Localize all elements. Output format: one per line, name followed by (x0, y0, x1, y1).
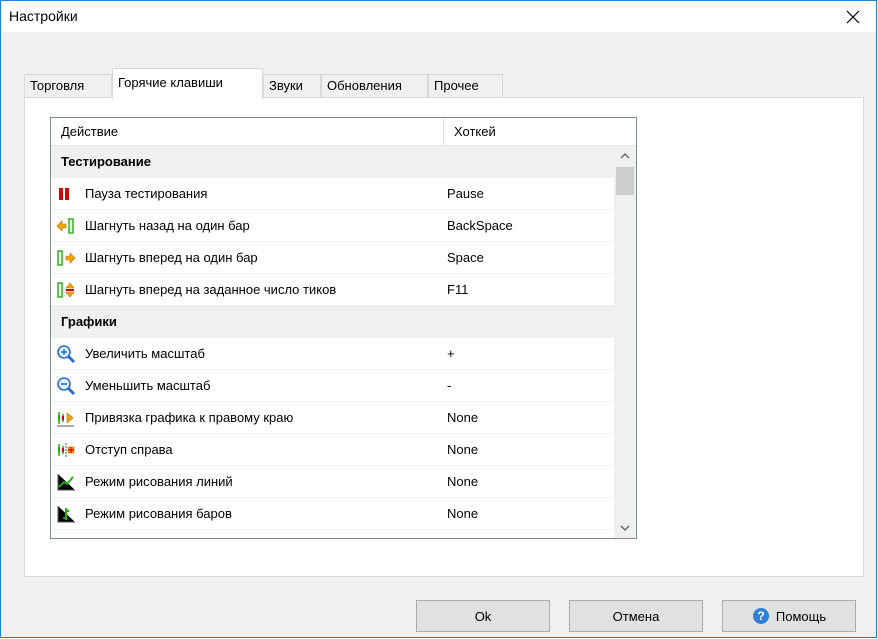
hotkey-value: None (447, 530, 478, 538)
tab-other[interactable]: Прочее (428, 74, 503, 97)
ok-button[interactable]: Ok (416, 600, 550, 632)
column-header-action[interactable]: Действие (51, 118, 444, 145)
list-item[interactable]: Режим рисования баров None (51, 498, 614, 530)
list-header: Действие Хоткей (51, 118, 636, 146)
scroll-up-button[interactable] (614, 146, 636, 166)
scroll-down-button[interactable] (614, 518, 636, 538)
hotkey-value: None (447, 506, 479, 521)
chevron-up-icon (620, 153, 630, 159)
list-item[interactable]: Привязка графика к правому краю None (51, 402, 614, 434)
group-row-charts: Графики (51, 306, 614, 338)
list-rows: Тестирование Пауза тестирования Pause Ша… (51, 146, 614, 539)
step-forward-icon (57, 250, 76, 266)
action-label: Шагнуть вперед на один бар (85, 250, 258, 265)
hotkey-value: None (447, 442, 479, 457)
list-item[interactable]: Пауза тестирования Pause (51, 178, 614, 210)
vertical-scrollbar[interactable] (614, 146, 636, 538)
list-item[interactable]: Режим рисования линий None (51, 466, 614, 498)
list-item[interactable]: Увеличить масштаб + (51, 338, 614, 370)
step-ticks-icon (57, 282, 75, 298)
help-button-label: Помощь (775, 608, 827, 624)
ok-button-label: Ok (474, 608, 492, 624)
action-label: Режим рисования свечей (85, 530, 237, 538)
line-chart-icon (57, 474, 75, 491)
list-item[interactable]: Отступ справа None (51, 434, 614, 466)
hotkey-value: - (447, 378, 452, 393)
hotkey-value: + (447, 346, 455, 361)
list-item[interactable]: Шагнуть вперед на заданное число тиков F… (51, 274, 614, 306)
hotkey-value: BackSpace (447, 218, 513, 233)
hotkey-value: None (447, 410, 479, 425)
action-label: Шагнуть вперед на заданное число тиков (85, 282, 337, 297)
cancel-button[interactable]: Отмена (569, 600, 703, 632)
action-label: Уменьшить масштаб (85, 378, 211, 393)
scroll-thumb[interactable] (616, 167, 634, 195)
chart-shift-icon (58, 443, 75, 457)
group-label: Графики (61, 314, 117, 329)
action-label: Привязка графика к правому краю (85, 410, 294, 425)
zoom-out-icon (57, 377, 76, 396)
hotkey-value: None (447, 474, 479, 489)
chart-autoscroll-icon (57, 412, 74, 427)
list-item[interactable]: Режим рисования свечей None (51, 530, 614, 539)
tab-hotkeys[interactable]: Горячие клавиши (112, 68, 263, 99)
tab-sounds[interactable]: Звуки (263, 74, 321, 97)
list-item[interactable]: Шагнуть вперед на один бар Space (51, 242, 614, 274)
hotkey-value: Pause (447, 186, 484, 201)
close-button[interactable] (830, 1, 876, 32)
chevron-down-icon (620, 525, 630, 531)
help-button[interactable]: ? Помощь (722, 600, 856, 632)
cancel-button-label: Отмена (612, 608, 660, 624)
action-label: Пауза тестирования (85, 186, 208, 201)
tab-trading[interactable]: Торговля (24, 74, 112, 97)
column-header-hotkey[interactable]: Хоткей (444, 118, 636, 145)
action-label: Режим рисования баров (85, 506, 232, 521)
group-label: Тестирование (61, 154, 151, 169)
bar-chart-icon (57, 506, 75, 523)
help-icon: ? (752, 608, 769, 624)
group-row-testing: Тестирование (51, 146, 614, 178)
zoom-in-icon (57, 345, 76, 364)
candle-chart-icon (56, 536, 76, 539)
list-item[interactable]: Уменьшить масштаб - (51, 370, 614, 402)
hotkey-value: F11 (447, 282, 469, 297)
action-label: Шагнуть назад на один бар (85, 218, 250, 233)
action-label: Режим рисования линий (85, 474, 233, 489)
window-title: Настройки (9, 8, 78, 24)
svg-text:?: ? (757, 609, 764, 623)
hotkeys-list[interactable]: Действие Хоткей Тестирование Пауза тести… (50, 117, 637, 539)
hotkey-value: Space (447, 250, 484, 265)
action-label: Отступ справа (85, 442, 173, 457)
list-item[interactable]: Шагнуть назад на один бар BackSpace (51, 210, 614, 242)
tab-updates[interactable]: Обновления (321, 74, 428, 97)
title-bar: Настройки (1, 1, 876, 32)
close-icon (846, 10, 860, 23)
action-label: Увеличить масштаб (85, 346, 205, 361)
pause-icon (59, 188, 69, 200)
step-back-icon (56, 218, 74, 234)
